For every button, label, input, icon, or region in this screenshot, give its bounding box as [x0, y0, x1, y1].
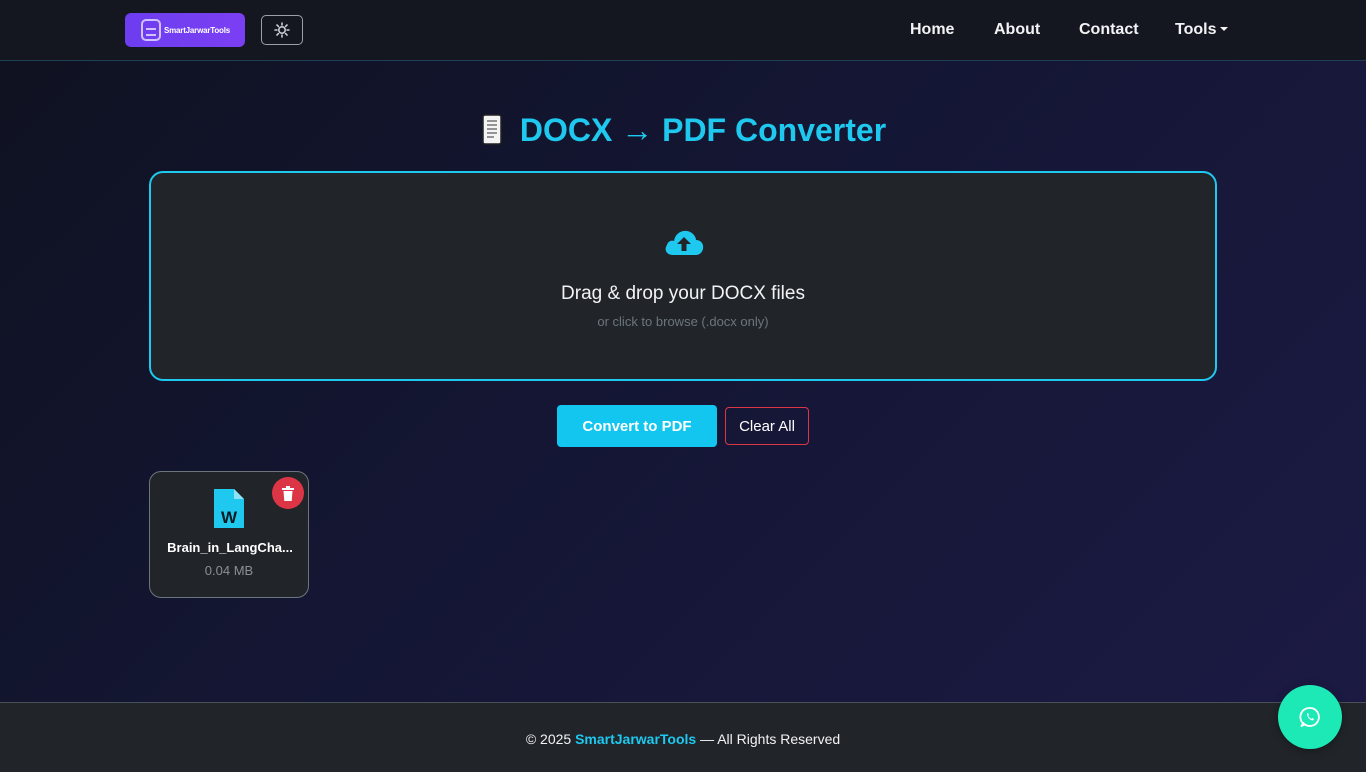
file-name: Brain_in_LangCha... [167, 540, 293, 555]
convert-to-pdf-button[interactable]: Convert to PDF [557, 405, 717, 447]
word-file-icon: W [214, 489, 244, 528]
copyright-text: © 2025 SmartJarwarTools — All Rights Res… [0, 731, 1366, 747]
page-header: DOCX → PDF Converter [0, 110, 1366, 150]
nav-contact-link[interactable]: Contact [1079, 21, 1139, 39]
footer-prefix: © 2025 [525, 731, 576, 747]
file-size: 0.04 MB [204, 563, 254, 578]
cloud-upload-icon [665, 230, 704, 255]
trash-icon [282, 485, 294, 501]
whatsapp-chat-button[interactable] [1278, 685, 1342, 749]
nav-about-link[interactable]: About [994, 21, 1040, 39]
dropzone-subtitle: or click to browse (.docx only) [597, 314, 769, 329]
footer-suffix: — All Rights Reserved [696, 731, 841, 747]
file-card: W Brain_in_LangCha... 0.04 MB [149, 471, 309, 598]
svg-text:W: W [221, 508, 238, 527]
footer: © 2025 SmartJarwarTools — All Rights Res… [0, 702, 1366, 772]
file-dropzone[interactable]: Drag & drop your DOCX files or click to … [149, 171, 1217, 381]
clear-all-button[interactable]: Clear All [725, 407, 809, 445]
caret-down-icon [1220, 27, 1229, 31]
page-title: DOCX → PDF Converter [519, 111, 887, 148]
nav-tools-dropdown[interactable]: Tools [1175, 21, 1229, 39]
navbar: SmartJarwarTools Home About Contact Tool… [0, 0, 1366, 61]
nav-links: Home About Contact Tools [0, 0, 1366, 61]
whatsapp-icon [1299, 707, 1320, 727]
nav-tools-label: Tools [1175, 21, 1217, 38]
document-icon [482, 114, 502, 145]
dropzone-title: Drag & drop your DOCX files [561, 283, 805, 304]
convert-button-label: Convert to PDF [582, 417, 692, 435]
delete-file-button[interactable] [272, 477, 304, 509]
footer-brand-link[interactable]: SmartJarwarTools [575, 731, 696, 747]
nav-home-link[interactable]: Home [910, 21, 954, 39]
